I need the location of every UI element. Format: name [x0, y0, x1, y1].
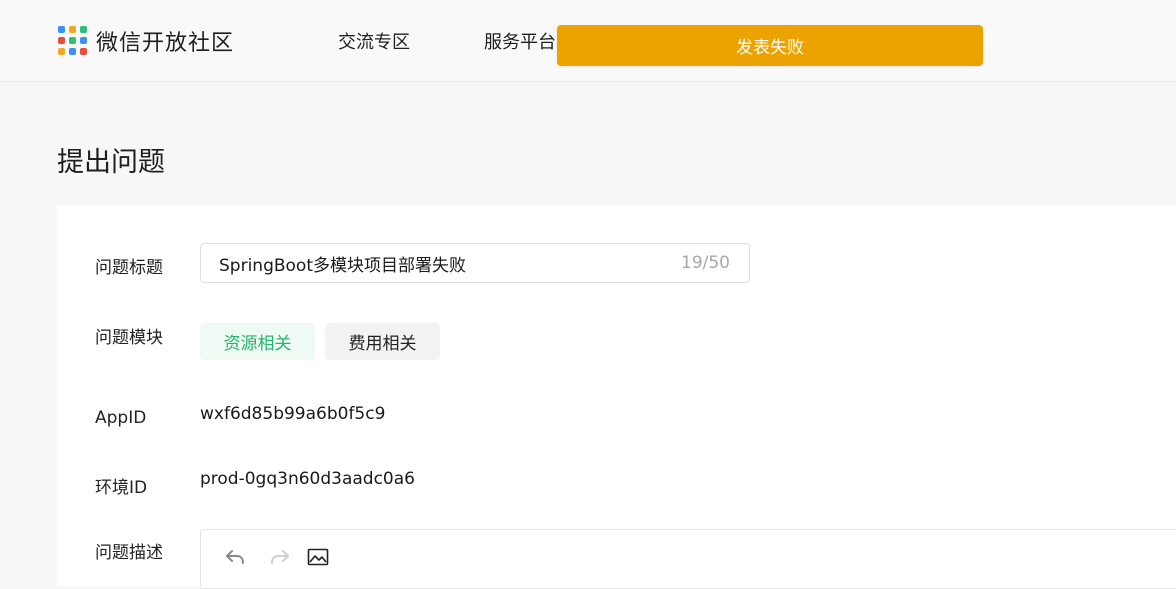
page-title: 提出问题	[57, 147, 165, 178]
env-id-value: prod-0gq3n60d3aadc0a6	[200, 469, 415, 489]
logo-text: 微信开放社区	[96, 31, 235, 56]
module-option-resources[interactable]: 资源相关	[200, 323, 315, 360]
error-toast: 发表失败	[557, 25, 983, 66]
redo-icon	[271, 550, 289, 564]
title-field[interactable]: 19/50	[200, 243, 750, 283]
description-label: 问题描述	[95, 543, 163, 563]
question-form: 问题标题 19/50 问题模块 资源相关 费用相关 AppID wxf6d85b…	[57, 205, 1176, 589]
description-editor[interactable]	[200, 529, 1176, 589]
image-icon	[307, 548, 329, 566]
wechat-community-logo-icon	[58, 26, 88, 56]
undo-button[interactable]	[222, 544, 248, 570]
nav-item-services[interactable]: 服务平台	[484, 28, 556, 54]
nav-item-communication[interactable]: 交流专区	[338, 28, 410, 54]
title-char-counter: 19/50	[681, 253, 730, 273]
appid-label: AppID	[95, 408, 147, 428]
title-label: 问题标题	[95, 258, 163, 278]
module-label: 问题模块	[95, 328, 163, 348]
module-option-billing[interactable]: 费用相关	[325, 323, 440, 360]
env-id-label: 环境ID	[95, 478, 148, 498]
site-logo[interactable]: 微信开放社区	[58, 26, 234, 56]
redo-button[interactable]	[267, 544, 293, 570]
title-input[interactable]	[219, 244, 659, 282]
undo-icon	[226, 550, 244, 564]
insert-image-button[interactable]	[305, 544, 331, 570]
appid-value: wxf6d85b99a6b0f5c9	[200, 404, 386, 424]
